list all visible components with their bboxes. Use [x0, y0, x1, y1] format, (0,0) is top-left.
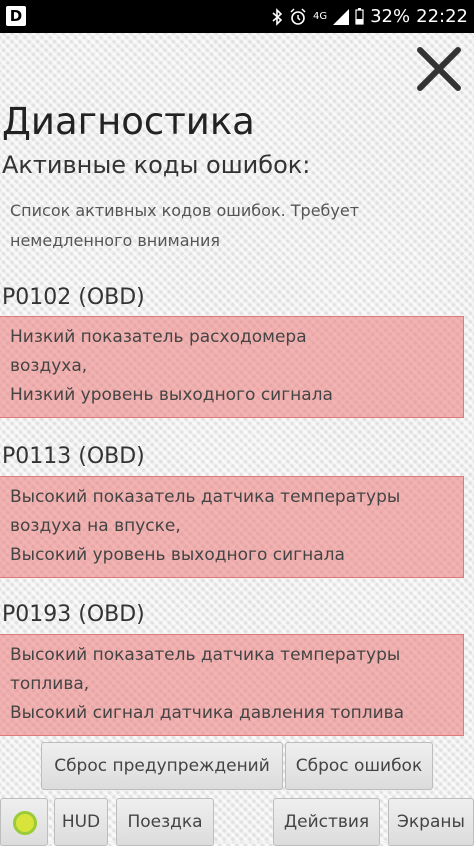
error-line: Низкий уровень выходного сигнала: [10, 385, 333, 405]
close-icon: [417, 47, 461, 91]
clock: 22:22: [416, 6, 468, 27]
section-subtitle: Активные коды ошибок:: [2, 151, 311, 179]
error-code: P0102 (OBD): [2, 285, 145, 310]
error-line: Высокий показатель датчика температуры: [10, 645, 401, 665]
hud-button[interactable]: HUD: [54, 798, 108, 846]
battery-icon: [355, 8, 364, 25]
status-icons: 4G 32% 22:22: [271, 0, 468, 33]
error-line: Высокий уровень выходного сигнала: [10, 545, 345, 565]
error-description-box: Высокий показатель датчика температуры в…: [0, 476, 464, 578]
error-line: воздуха,: [10, 356, 88, 376]
alarm-icon: [290, 7, 306, 25]
page-title: Диагностика: [2, 100, 255, 143]
error-line: воздуха на впуске,: [10, 516, 181, 536]
status-indicator-icon: [13, 811, 37, 835]
actions-button[interactable]: Действия: [273, 798, 380, 846]
trip-button[interactable]: Поездка: [116, 798, 214, 846]
bluetooth-icon: [272, 7, 283, 26]
error-description-box: Низкий показатель расходомера воздуха, Н…: [0, 316, 464, 418]
close-button[interactable]: [410, 40, 468, 98]
battery-percent: 32%: [370, 6, 411, 27]
error-line: Низкий показатель расходомера: [10, 327, 307, 347]
error-description-box: Высокий показатель датчика температуры т…: [0, 634, 464, 736]
status-bar: D 4G 32% 22:22: [0, 0, 474, 33]
error-line: топлива,: [10, 674, 90, 694]
network-type-label: 4G: [312, 11, 328, 22]
error-line: Высокий сигнал датчика давления топлива: [10, 703, 405, 723]
signal-icon: [333, 8, 350, 25]
error-code: P0193 (OBD): [2, 602, 145, 627]
screens-button[interactable]: Экраны: [388, 798, 474, 846]
reset-warnings-button[interactable]: Сброс предупреждений: [41, 742, 283, 790]
reset-errors-button[interactable]: Сброс ошибок: [285, 742, 433, 790]
app-notification-icon: D: [6, 6, 26, 26]
error-line: Высокий показатель датчика температуры: [10, 487, 401, 507]
section-description: Список активных кодов ошибок. Требует не…: [10, 201, 360, 250]
error-code: P0113 (OBD): [2, 444, 145, 469]
